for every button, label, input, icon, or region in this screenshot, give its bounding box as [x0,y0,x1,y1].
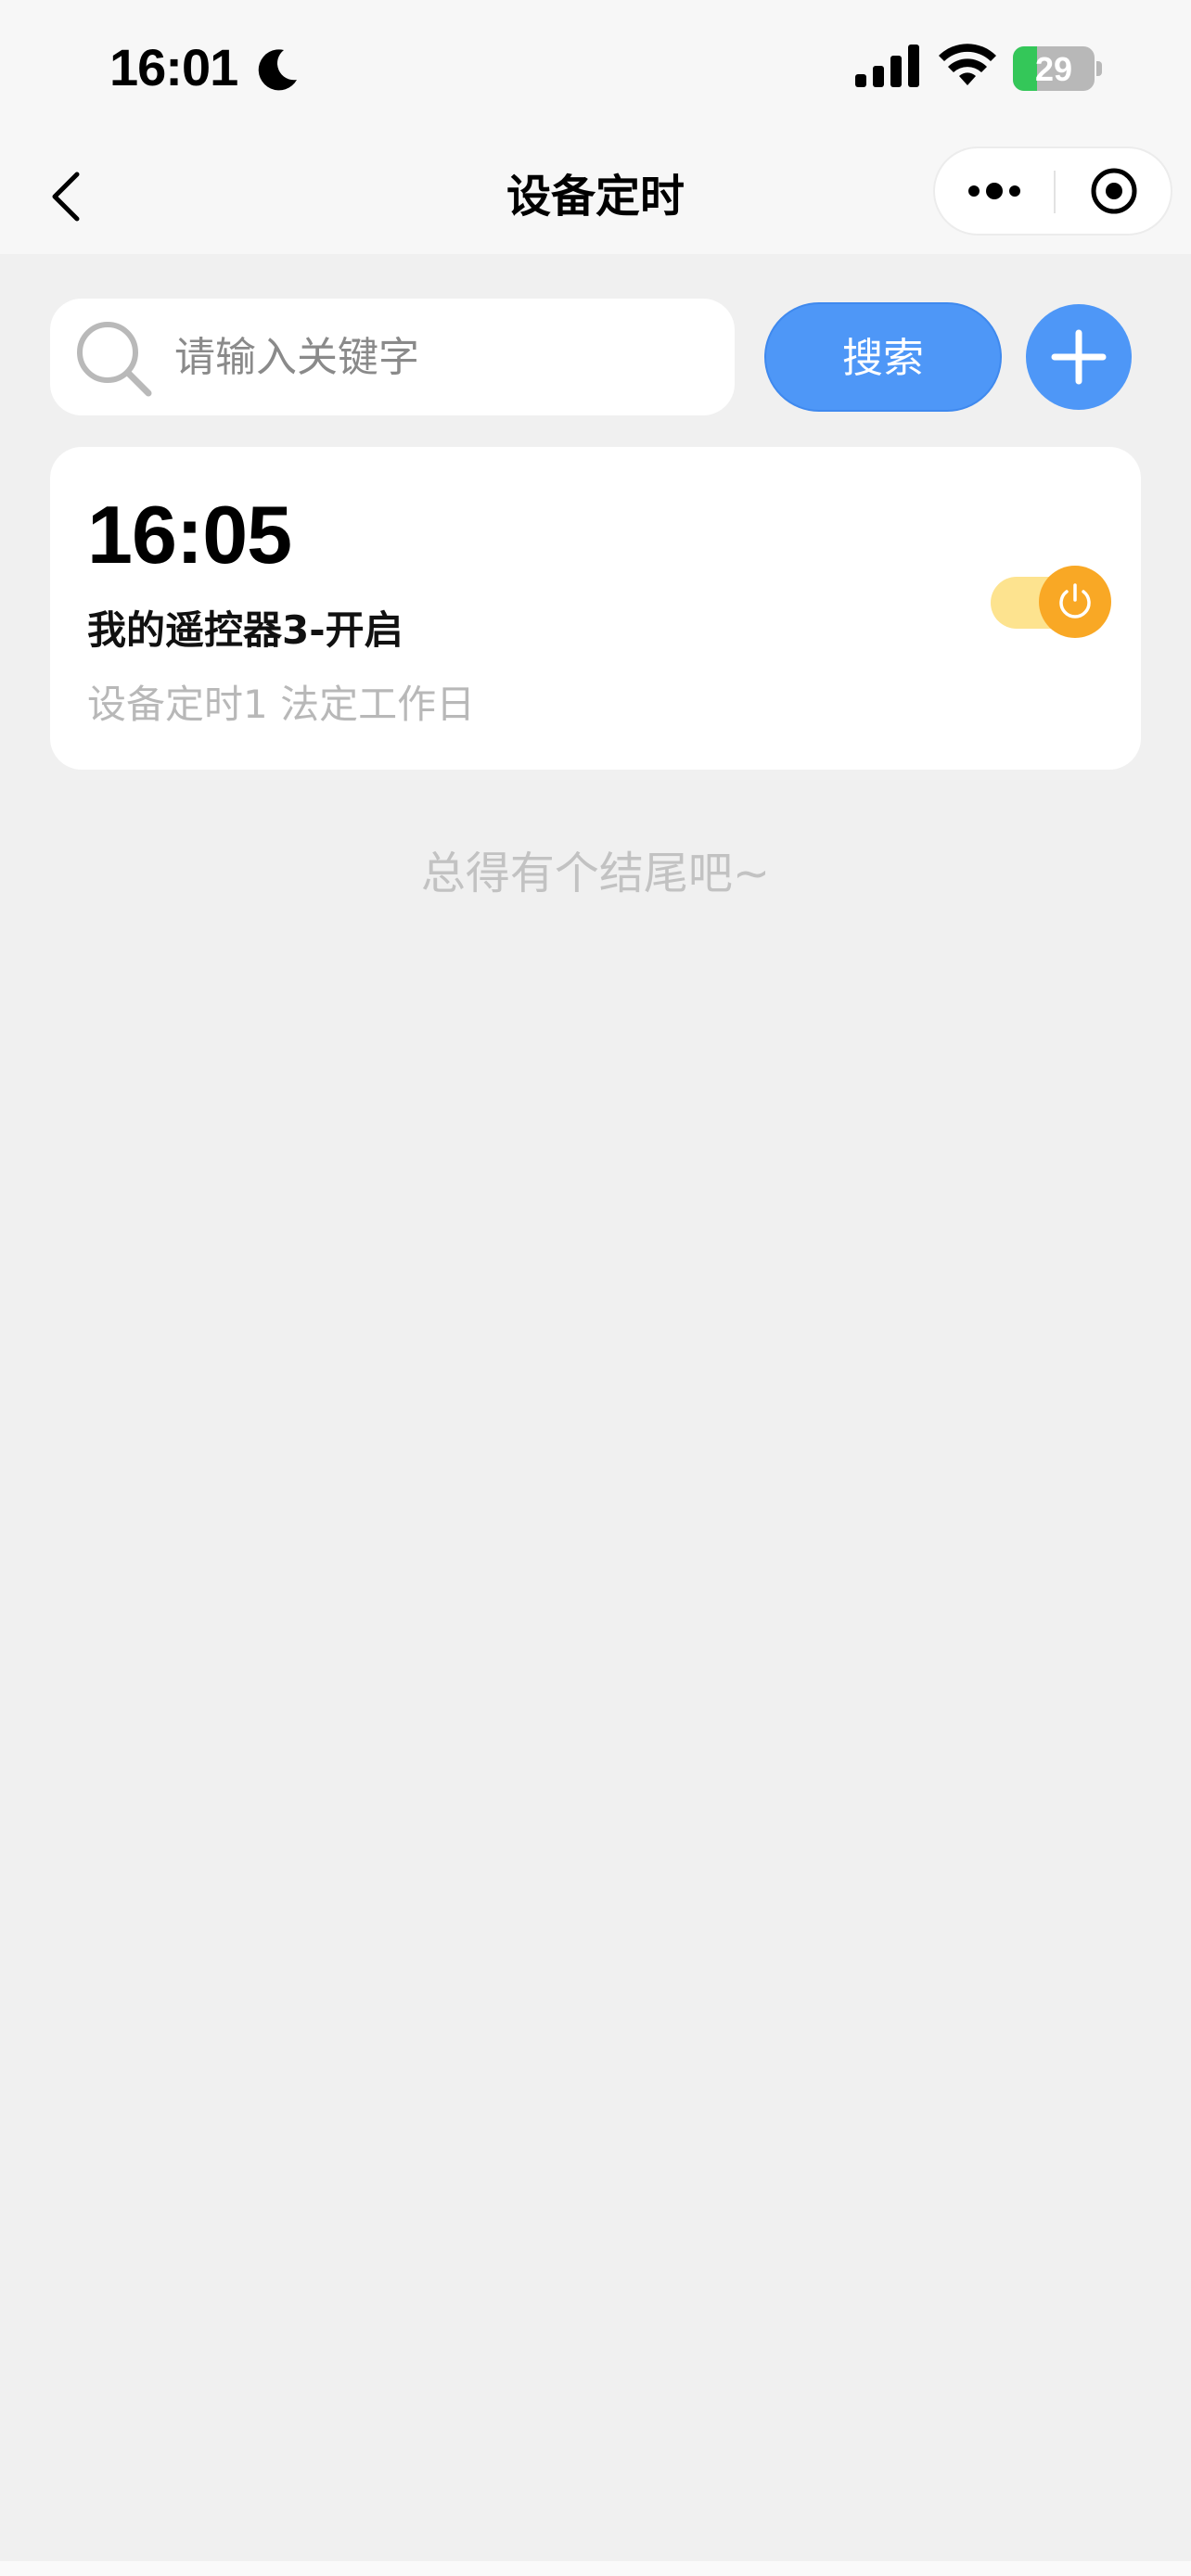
signal-icon [855,45,919,87]
plus-icon [1051,329,1107,385]
timer-subtitle: 设备定时1 法定工作日 [87,682,476,727]
status-bar: 16:01 29 [0,0,1191,139]
search-icon [77,322,152,397]
status-time: 16:01 [109,38,238,96]
page: 16:01 29 设备定时 请输入关键字 搜索 16:05 我的遥控器3-开启 … [0,0,1191,2576]
end-of-list-note: 总得有个结尾吧~ [420,848,771,899]
target-close-icon [1091,168,1137,214]
bottom-edge [0,2561,1191,2576]
wifi-icon [939,44,996,85]
mini-program-capsule [933,147,1172,236]
search-box [50,299,735,415]
timer-card[interactable]: 16:05 我的遥控器3-开启 设备定时1 法定工作日 [50,447,1141,770]
moon-icon [258,49,297,91]
timer-time: 16:05 [87,489,292,580]
battery-charging-icon: 29 [1013,46,1102,91]
more-button[interactable] [935,148,1054,234]
add-timer-button[interactable] [1026,304,1132,410]
timer-toggle[interactable] [991,564,1111,638]
power-icon [1059,583,1091,618]
back-button[interactable] [37,165,93,228]
search-input[interactable] [174,325,712,389]
timer-title: 我的遥控器3-开启 [87,607,403,653]
more-dots-icon [968,183,1020,199]
close-button[interactable] [1056,148,1172,234]
toggle-knob [1039,566,1111,638]
search-button[interactable]: 搜索 [764,302,1002,412]
battery-level: 29 [1034,50,1073,88]
chevron-left-icon [52,172,80,222]
nav-bar: 设备定时 [0,139,1191,254]
